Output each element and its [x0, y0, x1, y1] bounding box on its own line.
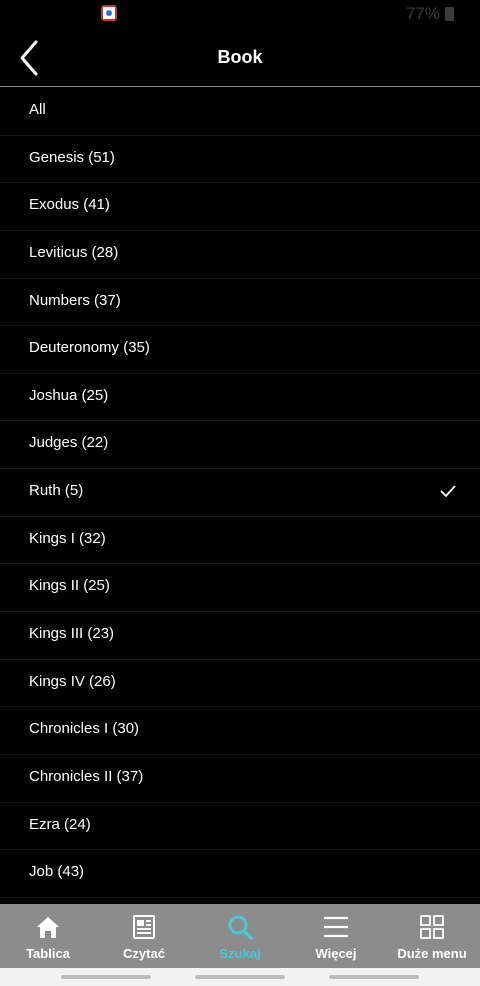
nav-item-label: Czytać	[123, 946, 165, 961]
nav-item-label: Więcej	[315, 946, 357, 961]
newspaper-icon	[130, 913, 158, 941]
search-icon	[226, 913, 254, 941]
book-item-label: Joshua (25)	[29, 386, 109, 404]
book-list-item[interactable]: Job (43)	[0, 850, 480, 898]
book-list-item[interactable]: Chronicles I (30)	[0, 707, 480, 755]
system-navigation-bar	[0, 968, 480, 986]
app-notification-icon	[101, 5, 117, 21]
book-list-item[interactable]: Genesis (51)	[0, 136, 480, 184]
hamburger-menu-icon	[322, 913, 350, 941]
book-list-item[interactable]: Leviticus (28)	[0, 231, 480, 279]
book-list-item[interactable]: Numbers (37)	[0, 279, 480, 327]
nav-item-tablica[interactable]: Tablica	[0, 904, 96, 968]
book-item-label: Chronicles II (37)	[29, 767, 144, 785]
status-bar: 77%	[0, 0, 480, 28]
book-item-label: Kings III (23)	[29, 625, 115, 643]
screen: 77% Book All Genesis (51) Exodus (41) Levit…	[0, 0, 480, 986]
battery-icon	[445, 7, 454, 21]
book-list-item[interactable]: Ruth (5)	[0, 469, 480, 517]
nav-item-label: Szukaj	[219, 946, 261, 961]
book-item-label: All	[29, 101, 46, 118]
book-item-label: Ruth (5)	[29, 482, 84, 500]
nav-item-szukaj[interactable]: Szukaj	[192, 904, 288, 968]
book-list-item[interactable]: Kings I (32)	[0, 517, 480, 565]
book-list-item[interactable]: All	[0, 88, 480, 136]
checkmark-icon	[440, 485, 456, 498]
battery-percentage: 77%	[405, 4, 440, 23]
nav-item-czytać[interactable]: Czytać	[96, 904, 192, 968]
nav-item-label: Duże menu	[397, 946, 467, 961]
book-item-label: Kings II (25)	[29, 577, 110, 595]
book-item-label: Judges (22)	[29, 434, 109, 452]
book-item-label: Kings IV (26)	[29, 672, 116, 690]
book-list-item[interactable]: Deuteronomy (35)	[0, 326, 480, 374]
book-list-item[interactable]: Exodus (41)	[0, 183, 480, 231]
system-recent-apps-button[interactable]	[61, 975, 151, 979]
book-item-label: Chronicles I (30)	[29, 720, 140, 738]
book-list-item[interactable]: Chronicles II (37)	[0, 755, 480, 803]
nav-item-label: Tablica	[26, 946, 70, 961]
book-item-label: Genesis (51)	[29, 148, 115, 166]
nav-item-duże-menu[interactable]: Duże menu	[384, 904, 480, 968]
book-list: All Genesis (51) Exodus (41) Leviticus (28)…	[0, 88, 480, 898]
nav-item-więcej[interactable]: Więcej	[288, 904, 384, 968]
system-back-button[interactable]	[329, 975, 419, 979]
book-item-label: Job (43)	[29, 863, 85, 881]
system-home-button[interactable]	[195, 975, 285, 979]
book-list-item[interactable]: Kings III (23)	[0, 612, 480, 660]
book-item-label: Exodus (41)	[29, 196, 110, 214]
book-list-item[interactable]: Judges (22)	[0, 421, 480, 470]
book-item-label: Deuteronomy (35)	[29, 339, 150, 357]
grid-icon	[418, 913, 446, 941]
book-list-item[interactable]: Kings II (25)	[0, 564, 480, 613]
home-icon	[34, 913, 62, 941]
book-item-label: Numbers (37)	[29, 291, 121, 309]
book-item-label: Ezra (24)	[29, 815, 91, 833]
header: Book	[0, 28, 480, 87]
bottom-navigation: Tablica Czytać Szukaj Więcej Duże menu	[0, 904, 480, 968]
book-item-label: Kings I (32)	[29, 529, 106, 547]
page-title: Book	[217, 47, 263, 67]
book-item-label: Leviticus (28)	[29, 243, 119, 261]
book-list-item[interactable]: Kings IV (26)	[0, 660, 480, 708]
book-list-item[interactable]: Joshua (25)	[0, 374, 480, 422]
book-list-item[interactable]: Ezra (24)	[0, 803, 480, 851]
